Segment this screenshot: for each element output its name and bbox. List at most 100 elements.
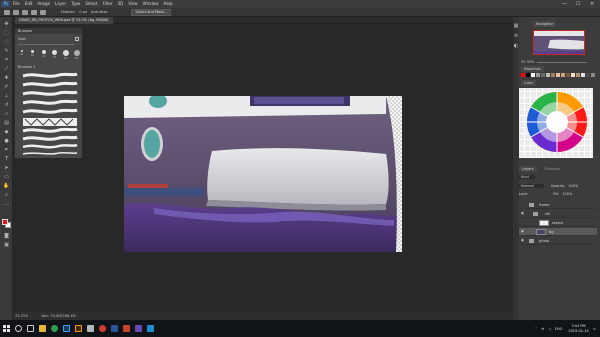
feather-value[interactable]: 0 px (79, 10, 87, 14)
app-icon[interactable] (144, 320, 156, 337)
word-icon[interactable] (108, 320, 120, 337)
maximize-button[interactable]: ☐ (576, 0, 580, 8)
brush-preset[interactable]: 10 (73, 50, 80, 62)
app-icon[interactable] (120, 320, 132, 337)
screen-mode-icon[interactable]: ▣ (3, 242, 10, 248)
doc-info[interactable]: Doc: 35.6M/286.4M (41, 314, 75, 318)
marquee-tool-icon[interactable] (4, 9, 10, 15)
pen-icon[interactable]: ✒ (3, 147, 10, 153)
menu-layer[interactable]: Layer (55, 0, 66, 8)
chevron-up-icon[interactable]: ˄ (535, 327, 537, 331)
document-tab[interactable]: DSARI_DB_PHOTOS_WEB.psd @ 33.3% (bg, RGB… (15, 17, 113, 24)
opacity-value[interactable]: 100% (568, 184, 578, 188)
chrome-icon[interactable] (48, 320, 60, 337)
add-selection-icon[interactable] (22, 9, 28, 15)
brush-preset[interactable]: 10 (51, 50, 58, 62)
properties-icon[interactable]: ≡ (513, 33, 519, 39)
quick-mask-icon[interactable]: ◙ (3, 233, 10, 239)
app-logo[interactable]: Ps (2, 1, 10, 7)
crop-icon[interactable]: ⌗ (3, 57, 10, 63)
taskview-icon[interactable] (24, 320, 36, 337)
layer-row[interactable]: ◉ photo (519, 237, 597, 245)
menu-file[interactable]: File (13, 0, 20, 8)
menu-filter[interactable]: Filter (103, 0, 113, 8)
document-canvas[interactable] (124, 96, 402, 252)
stamp-icon[interactable]: ⊥ (3, 93, 10, 99)
notifications-icon[interactable]: ▭ (593, 327, 596, 331)
brush-preset[interactable]: 10 (29, 50, 36, 62)
file-explorer-icon[interactable] (36, 320, 48, 337)
new-selection-icon[interactable] (13, 9, 19, 15)
marquee-icon[interactable]: ⬚ (3, 30, 10, 36)
menu-help[interactable]: Help (163, 0, 172, 8)
app-icon[interactable] (132, 320, 144, 337)
brush-preset[interactable]: 10 (62, 50, 69, 62)
visibility-eye-icon[interactable]: ◉ (521, 229, 525, 233)
brush-size-slider[interactable] (18, 44, 74, 45)
layer-row[interactable]: sketch (519, 219, 597, 227)
move-tool-icon[interactable]: ✥ (3, 21, 10, 27)
visibility-eye-icon[interactable]: ◉ (521, 238, 525, 242)
foreground-color-swatch[interactable] (2, 219, 8, 225)
brush-folder[interactable]: Brushes 1 (18, 65, 35, 69)
brush-preset[interactable]: 10 (18, 50, 25, 62)
antialias-checkbox[interactable]: Anti-alias (91, 10, 107, 14)
illustrator-icon[interactable] (72, 320, 84, 337)
layer-row[interactable]: frame (519, 201, 597, 209)
menu-select[interactable]: Select (85, 0, 97, 8)
navigator-zoom[interactable]: 33.33% (521, 60, 534, 64)
path-select-icon[interactable]: ➤ (3, 165, 10, 171)
gradient-icon[interactable]: ▤ (3, 120, 10, 126)
clock[interactable]: 3:04 PM 2019-01-14 (568, 324, 588, 334)
start-button[interactable] (0, 320, 12, 337)
photoshop-icon[interactable] (60, 320, 72, 337)
shape-icon[interactable]: ▭ (3, 174, 10, 180)
type-icon[interactable]: T (3, 156, 10, 162)
new-brush-icon[interactable] (75, 37, 79, 41)
brush-preset[interactable]: 10 (40, 50, 47, 62)
select-and-mask-button[interactable]: Select and Mask... (131, 8, 172, 16)
media-icon[interactable] (96, 320, 108, 337)
eraser-icon[interactable]: ▱ (3, 111, 10, 117)
hand-icon[interactable]: ✋ (3, 183, 10, 189)
dodge-icon[interactable]: ● (3, 138, 10, 144)
brush-icon[interactable]: ✐ (3, 84, 10, 90)
search-icon[interactable] (12, 320, 24, 337)
brushes-panel-title[interactable]: Brushes (15, 28, 82, 34)
close-button[interactable]: ✕ (590, 0, 594, 8)
files-icon[interactable] (84, 320, 96, 337)
eyedropper-icon[interactable]: ⁄ (3, 66, 10, 72)
adjustments-icon[interactable]: ◐ (513, 43, 519, 49)
layer-row[interactable]: ◉ ref (519, 210, 597, 218)
zoom-icon[interactable]: ⌕ (3, 192, 10, 198)
tab-layers[interactable]: Layers (519, 166, 537, 172)
layer-filter-kind[interactable]: Kind (519, 175, 535, 179)
minimize-button[interactable]: — (562, 0, 567, 8)
navigator-thumbnail[interactable] (533, 30, 585, 55)
visibility-eye-icon[interactable]: ◉ (521, 211, 525, 215)
quick-select-icon[interactable]: ✎ (3, 48, 10, 54)
fill-value[interactable]: 100% (562, 192, 572, 196)
more-tools-icon[interactable]: … (3, 201, 10, 207)
menu-image[interactable]: Image (37, 0, 50, 8)
navigator-zoom-slider[interactable] (537, 62, 587, 63)
history-brush-icon[interactable]: ↺ (3, 102, 10, 108)
menu-type[interactable]: Type (71, 0, 80, 8)
lasso-icon[interactable]: ◌ (3, 39, 10, 45)
tab-swatches[interactable]: Swatches (521, 66, 544, 72)
brush-stroke-previews[interactable] (21, 72, 79, 156)
tab-navigator[interactable]: Navigator (533, 21, 557, 27)
subtract-selection-icon[interactable] (31, 9, 37, 15)
volume-icon[interactable]: ◁ (548, 327, 551, 331)
layer-row-selected[interactable]: ◉ bg (519, 228, 597, 236)
menu-3d[interactable]: 3D (118, 0, 124, 8)
color-wheel[interactable] (519, 86, 593, 158)
intersect-selection-icon[interactable] (40, 9, 46, 15)
zoom-level[interactable]: 33.33% (15, 314, 28, 318)
menu-view[interactable]: View (128, 0, 138, 8)
history-icon[interactable]: ▦ (513, 23, 519, 29)
blur-icon[interactable]: ◆ (3, 129, 10, 135)
network-icon[interactable]: ◔ (541, 327, 544, 331)
blend-mode-select[interactable]: Normal (519, 184, 544, 188)
tab-channels[interactable]: Channels (541, 166, 564, 172)
